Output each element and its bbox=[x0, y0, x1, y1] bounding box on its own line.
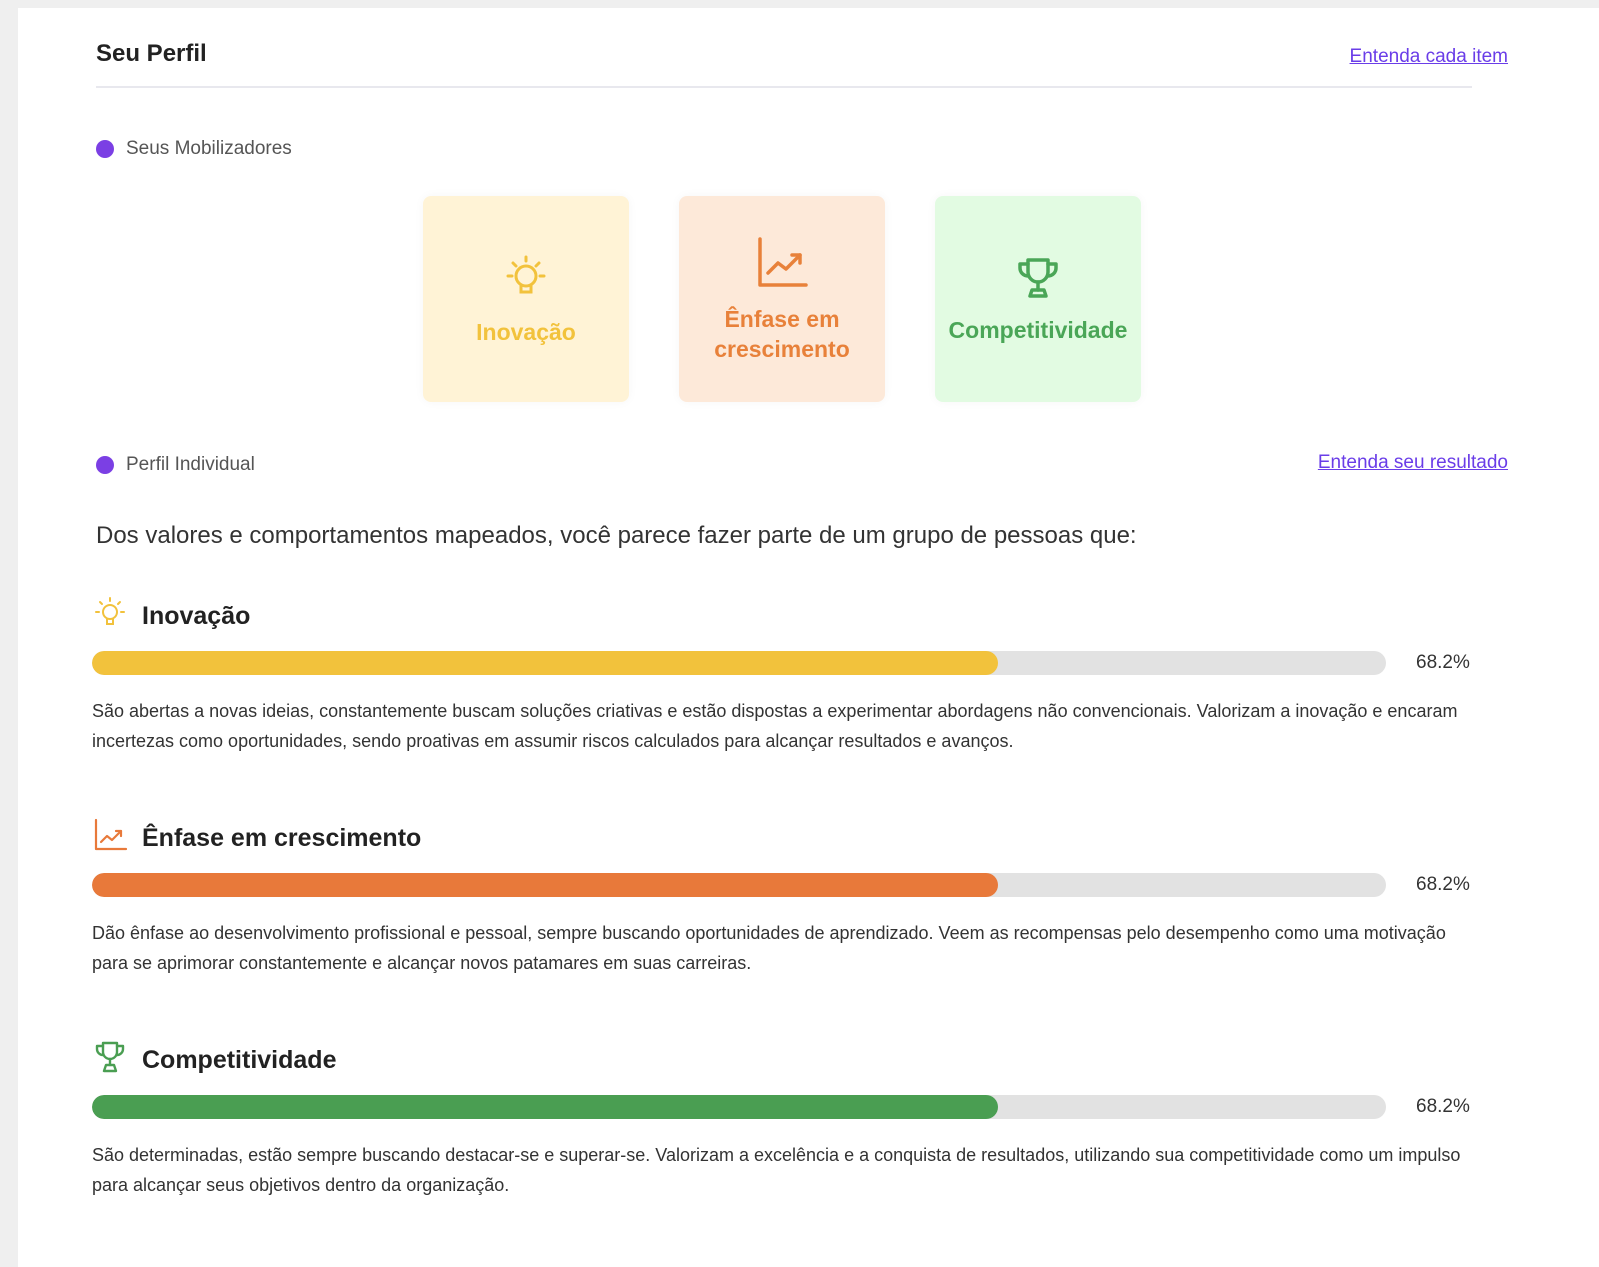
item-description: São abertas a novas ideias, constantemen… bbox=[92, 701, 1458, 751]
progress-track bbox=[92, 651, 1386, 675]
mobilizer-tile-inovacao: Inovação bbox=[423, 196, 629, 402]
progress-row: 68.2% bbox=[92, 872, 1482, 898]
percent-label: 68.2% bbox=[1416, 1096, 1470, 1117]
item-title: Competitividade bbox=[142, 1045, 337, 1074]
item-header: Ênfase em crescimento bbox=[92, 818, 1482, 858]
individual-section-label: Perfil Individual bbox=[96, 454, 255, 476]
item-header: Inovação bbox=[92, 596, 1482, 636]
header-divider bbox=[96, 86, 1472, 88]
progress-track bbox=[92, 1095, 1386, 1119]
progress-fill bbox=[92, 873, 998, 897]
percent-label: 68.2% bbox=[1416, 652, 1470, 673]
progress-fill bbox=[92, 1095, 998, 1119]
item-title: Ênfase em crescimento bbox=[142, 823, 422, 852]
progress-row: 68.2% bbox=[92, 1094, 1482, 1120]
mobilizers-label: Seus Mobilizadores bbox=[126, 138, 292, 159]
growth-chart-icon bbox=[754, 235, 810, 298]
tile-label: Ênfase em crescimento bbox=[714, 305, 850, 362]
section-dot bbox=[96, 140, 114, 158]
progress-fill bbox=[92, 651, 998, 675]
growth-chart-icon bbox=[92, 817, 128, 860]
trophy-icon bbox=[1014, 254, 1062, 309]
understand-result-link[interactable]: Entenda seu resultado bbox=[1318, 452, 1508, 474]
profile-item-enfase: Ênfase em crescimento 68.2% Dão ênfase a… bbox=[92, 818, 1482, 978]
item-description: São determinadas, estão sempre buscando … bbox=[92, 1145, 1461, 1195]
mobilizer-tile-enfase: Ênfase em crescimento bbox=[679, 196, 885, 402]
trophy-icon bbox=[92, 1039, 128, 1082]
understand-each-item-link[interactable]: Entenda cada item bbox=[1350, 46, 1508, 68]
section-dot bbox=[96, 456, 114, 474]
intro-text: Dos valores e comportamentos mapeados, v… bbox=[96, 522, 1137, 549]
mobilizer-tiles: Inovação Ênfase em crescimento Competiti… bbox=[423, 196, 1141, 402]
tile-label: Inovação bbox=[476, 318, 576, 345]
tile-label: Competitividade bbox=[948, 316, 1128, 343]
individual-label: Perfil Individual bbox=[126, 454, 255, 475]
progress-track bbox=[92, 873, 1386, 897]
profile-item-inovacao: Inovação 68.2% São abertas a novas ideia… bbox=[92, 596, 1482, 756]
page-title: Seu Perfil bbox=[96, 40, 207, 67]
item-title: Inovação bbox=[142, 601, 251, 630]
lightbulb-icon bbox=[92, 595, 128, 638]
profile-item-competitividade: Competitividade 68.2% São determinadas, … bbox=[92, 1040, 1482, 1200]
mobilizer-tile-competitividade: Competitividade bbox=[935, 196, 1141, 402]
item-description: Dão ênfase ao desenvolvimento profission… bbox=[92, 923, 1446, 973]
progress-row: 68.2% bbox=[92, 650, 1482, 676]
mobilizers-section-label: Seus Mobilizadores bbox=[96, 138, 292, 160]
item-header: Competitividade bbox=[92, 1040, 1482, 1080]
lightbulb-icon bbox=[500, 252, 552, 311]
percent-label: 68.2% bbox=[1416, 874, 1470, 895]
